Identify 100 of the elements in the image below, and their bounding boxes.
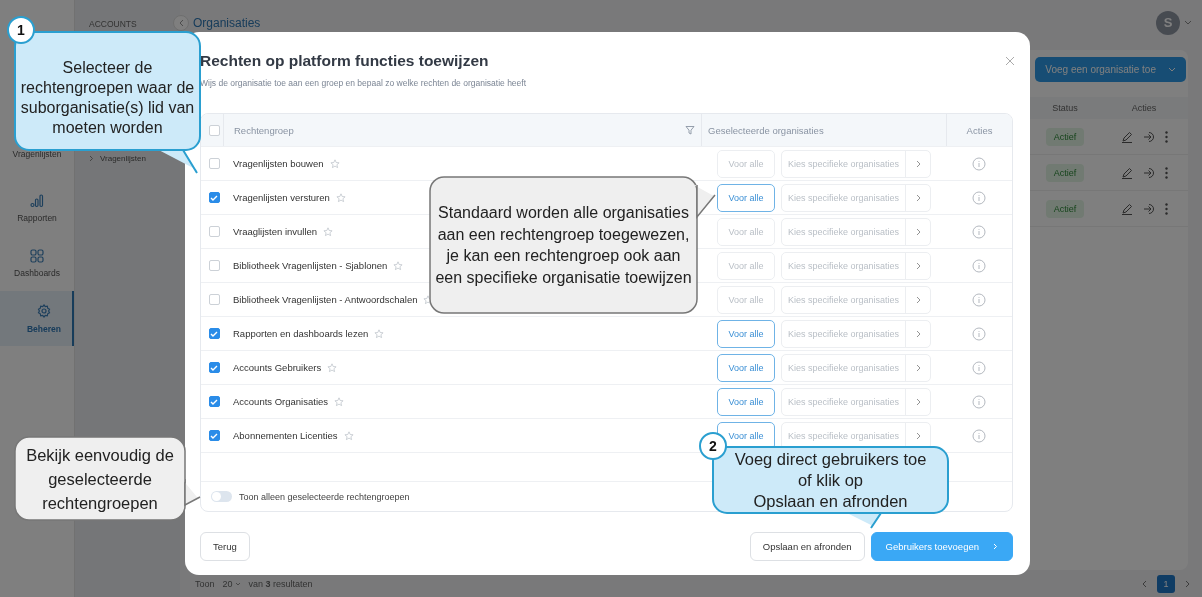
sign-in-icon[interactable] <box>1142 166 1155 179</box>
chevron-right-icon <box>915 431 921 440</box>
bar-chart-icon <box>30 194 44 208</box>
checkbox[interactable] <box>208 362 220 373</box>
specific-organisations-select[interactable]: Kies specifieke organisaties <box>781 217 932 246</box>
star-icon[interactable] <box>374 328 385 339</box>
checkbox[interactable] <box>208 158 220 169</box>
chevron-right-icon <box>915 295 921 304</box>
page-button[interactable]: 1 <box>1157 574 1175 593</box>
info-icon[interactable] <box>972 360 986 375</box>
pencil-icon[interactable] <box>1120 130 1133 143</box>
for-all-button[interactable]: Voor alle <box>717 285 775 314</box>
info-icon[interactable] <box>972 156 986 171</box>
chevron-right-icon <box>993 543 998 550</box>
toggle-switch[interactable] <box>211 491 232 502</box>
pencil-icon[interactable] <box>1120 202 1133 215</box>
info-icon[interactable] <box>972 190 986 205</box>
chevron-right-icon <box>915 159 921 168</box>
checkbox[interactable] <box>208 294 220 305</box>
sidebar-item[interactable]: Dashboards <box>0 236 74 291</box>
specific-organisations-select[interactable]: Kies specifieke organisaties <box>781 285 932 314</box>
checkbox[interactable] <box>208 396 220 407</box>
checkbox[interactable] <box>208 226 220 237</box>
rights-group-name: Bibliotheek Vragenlijsten - Antwoordschalen <box>233 294 418 305</box>
grid-icon <box>30 249 44 263</box>
star-icon[interactable] <box>334 396 345 407</box>
specific-organisations-select[interactable]: Kies specifieke organisaties <box>781 251 932 280</box>
breadcrumb-link[interactable]: Organisaties <box>193 15 261 30</box>
info-icon[interactable] <box>972 292 986 307</box>
checkbox[interactable] <box>208 124 220 136</box>
status-badge: Actief <box>1045 199 1085 218</box>
chevron-right-icon <box>915 397 921 406</box>
star-icon[interactable] <box>327 362 338 373</box>
sidebar-item[interactable]: Beheren <box>0 291 74 346</box>
for-all-button[interactable]: Voor alle <box>717 387 775 416</box>
close-icon[interactable] <box>1005 56 1015 66</box>
rights-group-name: Accounts Organisaties <box>233 396 329 407</box>
chevron-left-icon <box>178 18 184 27</box>
star-icon[interactable] <box>335 192 346 203</box>
sign-in-icon[interactable] <box>1142 130 1155 143</box>
chevron-right-icon <box>915 227 921 236</box>
back-button[interactable]: Terug <box>200 532 250 561</box>
info-icon[interactable] <box>972 326 986 341</box>
column-header: Geselecteerde organisaties <box>708 124 824 136</box>
checkbox[interactable] <box>208 328 220 339</box>
for-all-button[interactable]: Voor alle <box>717 217 775 246</box>
sidebar-item[interactable]: Rapporten <box>0 181 74 236</box>
filter-icon[interactable] <box>685 125 695 135</box>
for-all-button[interactable]: Voor alle <box>717 251 775 280</box>
column-header: Status <box>1051 103 1079 113</box>
info-icon[interactable] <box>972 258 986 273</box>
more-options-icon[interactable] <box>1164 166 1168 179</box>
info-icon[interactable] <box>972 428 986 443</box>
chevron-left-icon[interactable] <box>1142 579 1147 588</box>
chevron-right-icon <box>915 193 921 202</box>
for-all-button[interactable]: Voor alle <box>717 149 775 178</box>
chevron-right-icon <box>915 363 921 372</box>
checkbox[interactable] <box>208 260 220 271</box>
star-icon[interactable] <box>393 260 404 271</box>
chevron-down-icon <box>1184 20 1192 25</box>
checkbox[interactable] <box>208 192 220 203</box>
specific-organisations-select[interactable]: Kies specifieke organisaties <box>781 387 932 416</box>
specific-organisations-select[interactable]: Kies specifieke organisaties <box>781 319 932 348</box>
specific-organisations-select[interactable]: Kies specifieke organisaties <box>781 353 932 382</box>
star-icon[interactable] <box>323 226 334 237</box>
callout-text: Standaard worden alle organisaties aan een rechtengroep toegewezen, je kan een rechtengroep ook aan een specifieke organisatie toewijzen <box>435 204 692 286</box>
pencil-icon[interactable] <box>1120 166 1133 179</box>
chevron-right-icon <box>915 329 921 338</box>
toggle-label: Toon alleen geselecteerde rechtengroepen <box>239 491 410 502</box>
chevron-down-icon <box>1168 67 1176 72</box>
for-all-button[interactable]: Voor alle <box>717 319 775 348</box>
for-all-button[interactable]: Voor alle <box>717 183 775 212</box>
more-options-icon[interactable] <box>1164 202 1168 215</box>
star-icon[interactable] <box>343 430 354 441</box>
status-badge: Actief <box>1045 163 1085 182</box>
save-button[interactable]: Opslaan en afronden <box>749 532 865 561</box>
column-header: Acties <box>966 124 993 136</box>
specific-organisations-select[interactable]: Kies specifieke organisaties <box>781 183 932 212</box>
page-size-select[interactable]: 20 <box>222 578 241 589</box>
column-header: Acties <box>1130 103 1158 113</box>
rights-group-name: Vragenlijsten bouwen <box>233 158 324 169</box>
specific-organisations-select[interactable]: Kies specifieke organisaties <box>781 149 932 178</box>
rights-group-name: Vraaglijsten invullen <box>233 226 318 237</box>
info-icon[interactable] <box>972 224 986 239</box>
info-icon[interactable] <box>972 394 986 409</box>
add-users-button[interactable]: Gebruikers toevoegen <box>870 532 1013 561</box>
page-size-label: Toon <box>195 578 215 589</box>
checkbox[interactable] <box>208 430 220 441</box>
chevron-right-icon <box>915 261 921 270</box>
settings-icon <box>37 303 51 318</box>
more-options-icon[interactable] <box>1164 130 1168 143</box>
add-organisation-button[interactable]: Voeg een organisatie toe <box>1035 57 1186 82</box>
results-count: van 3 resultaten <box>248 578 313 589</box>
callout-text: Bekijk eenvoudig de geselecteerde rechtengroepen <box>26 445 174 512</box>
sign-in-icon[interactable] <box>1142 202 1155 215</box>
column-header: Rechtengroep <box>234 124 294 136</box>
for-all-button[interactable]: Voor alle <box>717 353 775 382</box>
star-icon[interactable] <box>329 158 340 169</box>
rights-group-name: Rapporten en dashboards lezen <box>233 328 369 339</box>
chevron-right-icon[interactable] <box>1185 579 1190 588</box>
